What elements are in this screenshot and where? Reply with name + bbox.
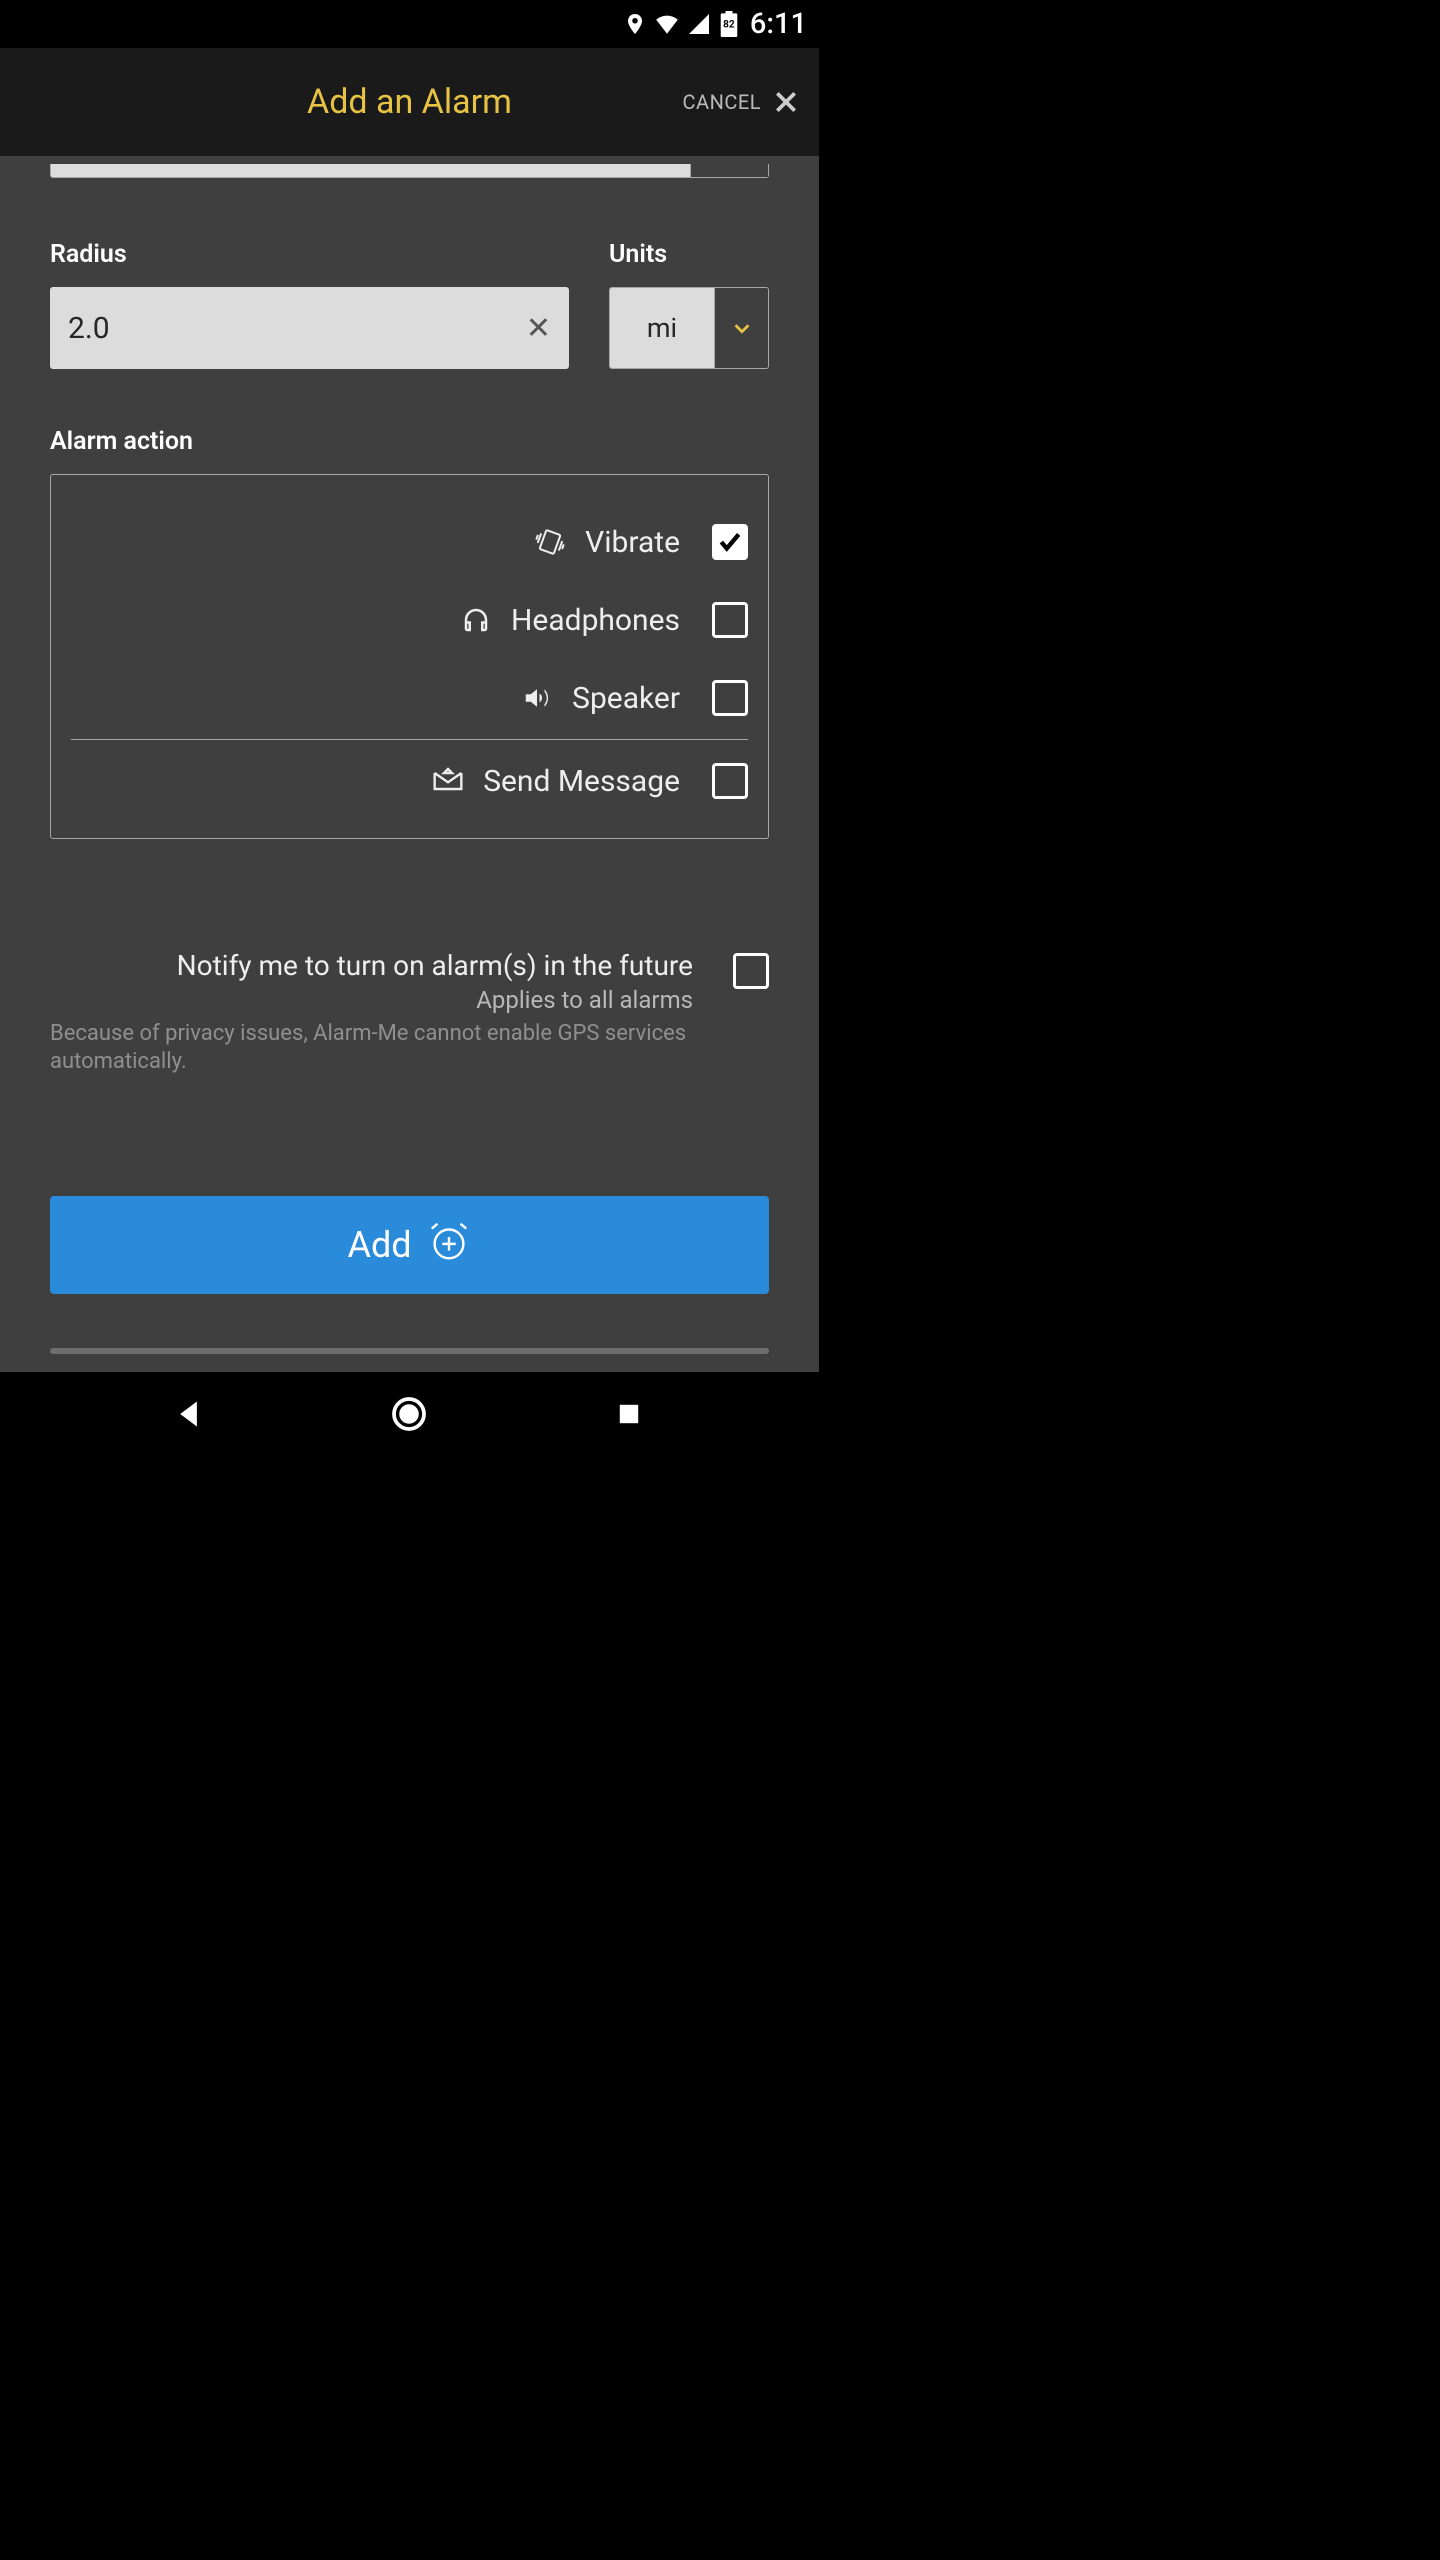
speaker-icon [520,681,554,715]
add-button[interactable]: Add [50,1196,769,1294]
navigation-bar [0,1372,819,1456]
status-bar: 82 6:11 [0,0,819,48]
clear-radius-icon[interactable]: ✕ [526,311,551,346]
cancel-button[interactable]: CANCEL [683,87,802,117]
notify-checkbox[interactable] [733,953,769,989]
headphones-icon [459,603,493,637]
nav-home-icon[interactable] [389,1394,429,1434]
alarm-action-speaker[interactable]: Speaker [71,659,748,737]
units-label: Units [609,240,769,269]
send-message-label: Send Message [483,764,680,799]
chevron-down-icon [714,288,768,368]
notify-title: Notify me to turn on alarm(s) in the fut… [50,949,693,982]
vibrate-checkbox[interactable] [712,524,748,560]
alarm-add-icon [426,1218,472,1273]
speaker-label: Speaker [572,681,680,716]
vibrate-icon [533,525,567,559]
clock-text: 6:11 [750,7,807,41]
alarm-action-label: Alarm action [50,427,769,456]
send-message-checkbox[interactable] [712,763,748,799]
previous-field-bottom-edge [50,164,769,178]
headphones-checkbox[interactable] [712,602,748,638]
radius-label: Radius [50,240,569,269]
units-select[interactable]: mi [609,287,769,369]
action-divider [71,739,748,740]
wifi-icon [654,11,680,37]
notify-subtitle: Applies to all alarms [50,986,693,1014]
message-icon [431,764,465,798]
nav-back-icon[interactable] [170,1394,210,1434]
radius-input[interactable]: 2.0 ✕ [50,287,569,369]
add-button-label: Add [347,1224,411,1266]
notify-footnote: Because of privacy issues, Alarm-Me cann… [50,1020,693,1076]
speaker-checkbox[interactable] [712,680,748,716]
bottom-scroll-indicator [50,1348,769,1354]
vibrate-label: Vibrate [585,525,680,560]
app-bar: Add an Alarm CANCEL [0,48,819,156]
location-icon [622,11,648,37]
notify-block[interactable]: Notify me to turn on alarm(s) in the fut… [50,949,769,1076]
alarm-action-send-message[interactable]: Send Message [71,742,748,820]
alarm-action-headphones[interactable]: Headphones [71,581,748,659]
radius-value: 2.0 [68,311,110,346]
cellular-icon [686,11,712,37]
nav-recent-icon[interactable] [609,1394,649,1434]
page-title: Add an Alarm [307,82,512,122]
battery-level-text: 82 [723,20,734,31]
cancel-label: CANCEL [683,90,762,114]
units-value: mi [610,288,714,368]
alarm-action-vibrate[interactable]: Vibrate [71,503,748,581]
battery-icon: 82 [718,10,740,38]
content-area: Radius 2.0 ✕ Units mi Alarm action Vibra… [0,156,819,1372]
headphones-label: Headphones [511,603,680,638]
close-icon [771,87,801,117]
alarm-action-box: Vibrate Headphones Speaker Send Messa [50,474,769,839]
